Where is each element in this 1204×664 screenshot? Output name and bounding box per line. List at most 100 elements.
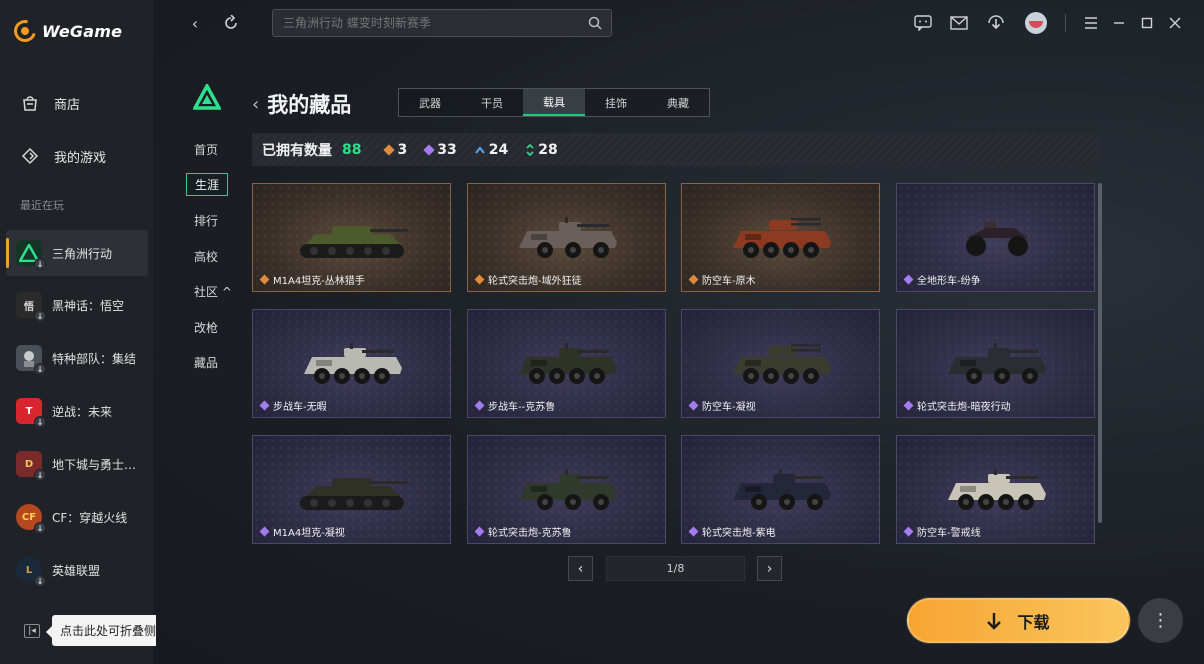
vehicle-name: 轮式突击炮-克苏鲁 [488, 528, 572, 539]
vehicle-card[interactable]: 轮式突击炮-域外狂徒 [467, 183, 666, 292]
wegame-logo[interactable]: WeGame [9, 15, 122, 47]
vehicle-label: 防空车-原木 [688, 272, 756, 287]
search-input[interactable] [273, 10, 573, 36]
vehicle-card[interactable]: 防空车-警戒线 [896, 435, 1095, 544]
subnav-collection[interactable]: 藏品 [184, 352, 228, 373]
rarity-purple-icon [474, 526, 485, 537]
sidebar-game-cf[interactable]: CF ↓ CF：穿越火线 [6, 494, 148, 540]
sidebar-game-ni-zhan[interactable]: T ↓ 逆战：未来 [6, 388, 148, 434]
vehicle-label: 防空车-凝视 [688, 398, 756, 413]
search-bar[interactable] [272, 9, 612, 37]
rarity-purple-icon [259, 526, 270, 537]
vehicle-card[interactable]: 轮式突击炮-克苏鲁 [467, 435, 666, 544]
collection-tabs: 武器 干员 载具 挂饰 典藏 [398, 88, 710, 117]
maximize-button[interactable] [1136, 12, 1158, 34]
subnav-home[interactable]: 首页 [184, 139, 228, 160]
minimize-button[interactable] [1108, 12, 1130, 34]
download-label: 下载 [1017, 612, 1050, 632]
rarity-purple-icon [903, 526, 914, 537]
vehicle-label: 防空车-警戒线 [903, 524, 981, 539]
vehicle-card[interactable]: 步战车-无暇 [252, 309, 451, 418]
vehicle-image [721, 214, 841, 266]
vehicle-name: 防空车-原木 [702, 276, 756, 287]
vehicle-label: 步战车--克苏鲁 [474, 398, 555, 413]
chevron-left-icon[interactable]: ‹ [252, 94, 259, 115]
page-title-text: 我的藏品 [267, 93, 352, 117]
rarity-green-count: 28 [538, 141, 558, 158]
tab-operators[interactable]: 干员 [461, 89, 523, 116]
main-area: ‹ 首页 生涯 排行 高校 社区 ^ 改枪 藏品 ‹ 我的藏品 武器 [156, 0, 1204, 664]
vehicle-label: 轮式突击炮-暗夜行动 [903, 398, 1011, 413]
owned-count: 88 [342, 141, 362, 158]
vehicle-card[interactable]: M1A4坦克-丛林猎手 [252, 183, 451, 292]
search-icon[interactable] [587, 15, 603, 31]
chevron-left-icon: ‹ [577, 560, 584, 577]
mail-button[interactable] [948, 12, 970, 34]
subnav-community[interactable]: 社区 ^ [184, 281, 242, 302]
vehicle-card[interactable]: 轮式突击炮-紫电 [681, 435, 880, 544]
sidebar-game-dnf[interactable]: D ↓ 地下城与勇士：... [6, 441, 148, 487]
cf-icon: CF ↓ [16, 504, 46, 534]
game-name: 特种部队：集结 [52, 351, 137, 366]
sidebar-game-special-forces[interactable]: ↓ 特种部队：集结 [6, 335, 148, 381]
collapse-sidebar-button[interactable]: |◂ [24, 624, 40, 638]
maximize-icon [1141, 17, 1153, 29]
vehicle-card[interactable]: 防空车-凝视 [681, 309, 880, 418]
rarity-stat-green: 28 [526, 141, 558, 158]
sidebar-game-lol[interactable]: L ↓ 英雄联盟 [6, 547, 148, 593]
delta-force-logo-icon [193, 84, 221, 110]
subnav-ranking[interactable]: 排行 [184, 210, 228, 231]
next-page-button[interactable]: › [757, 556, 782, 581]
chat-button[interactable] [912, 12, 934, 34]
back-button[interactable]: ‹ [184, 12, 206, 34]
menu-button[interactable] [1080, 12, 1102, 34]
grid-scrollbar[interactable] [1098, 183, 1102, 523]
vehicle-card[interactable]: 防空车-原木 [681, 183, 880, 292]
rarity-stat-gold: 3 [383, 141, 408, 158]
sidebar-game-black-myth[interactable]: 悟 ↓ 黑神话：悟空 [6, 282, 148, 328]
close-icon [1169, 17, 1181, 29]
download-button[interactable]: 下载 [907, 598, 1130, 643]
rarity-purple-icon [474, 400, 485, 411]
subnav-career[interactable]: 生涯 [186, 173, 229, 196]
vehicle-name: 轮式突击炮-域外狂徒 [488, 276, 582, 287]
minimize-icon [1114, 22, 1124, 24]
rarity-purple-icon [688, 526, 699, 537]
refresh-button[interactable] [220, 12, 242, 34]
vehicle-card[interactable]: 轮式突击炮-暗夜行动 [896, 309, 1095, 418]
download-badge-icon: ↓ [34, 575, 46, 587]
prev-page-button[interactable]: ‹ [568, 556, 593, 581]
nav-my-games[interactable]: 我的游戏 [20, 146, 106, 166]
rarity-gold-count: 3 [397, 141, 408, 158]
rarity-purple-icon [423, 143, 435, 156]
avatar[interactable] [1025, 12, 1047, 34]
vehicle-card[interactable]: 全地形车-纷争 [896, 183, 1095, 292]
subnav-college[interactable]: 高校 [184, 246, 228, 267]
more-options-button[interactable]: ⋮ [1138, 598, 1183, 643]
tab-charms[interactable]: 挂饰 [585, 89, 647, 116]
downloads-button[interactable] [985, 12, 1007, 34]
vehicle-image [721, 466, 841, 518]
vehicle-image [292, 340, 412, 392]
close-button[interactable] [1164, 12, 1186, 34]
vehicle-label: 轮式突击炮-紫电 [688, 524, 776, 539]
vehicle-card[interactable]: M1A4坦克-凝视 [252, 435, 451, 544]
tab-classics[interactable]: 典藏 [647, 89, 709, 116]
collapse-icon: |◂ [28, 626, 36, 636]
tab-vehicles[interactable]: 载具 [523, 89, 585, 116]
sidebar-game-delta-force[interactable]: ↓ 三角洲行动 [6, 230, 148, 276]
download-badge-icon: ↓ [34, 310, 46, 322]
game-name: 英雄联盟 [52, 563, 101, 578]
delta-force-icon: ↓ [16, 240, 46, 270]
owned-label: 已拥有数量 [262, 142, 332, 159]
nav-store[interactable]: 商店 [20, 93, 80, 113]
subnav-gun-mod[interactable]: 改枪 [184, 317, 228, 338]
vehicle-image [507, 214, 627, 266]
vehicle-card[interactable]: 步战车--克苏鲁 [467, 309, 666, 418]
tab-weapons[interactable]: 武器 [399, 89, 461, 116]
refresh-icon [225, 15, 237, 29]
vehicle-label: M1A4坦克-丛林猎手 [259, 272, 365, 287]
vehicle-name: M1A4坦克-凝视 [273, 528, 345, 539]
download-badge-icon: ↓ [34, 522, 46, 534]
vehicle-grid: M1A4坦克-丛林猎手 轮式突击炮-域外狂徒 防空车-原木 全地形车-纷争 步战… [252, 183, 1100, 544]
